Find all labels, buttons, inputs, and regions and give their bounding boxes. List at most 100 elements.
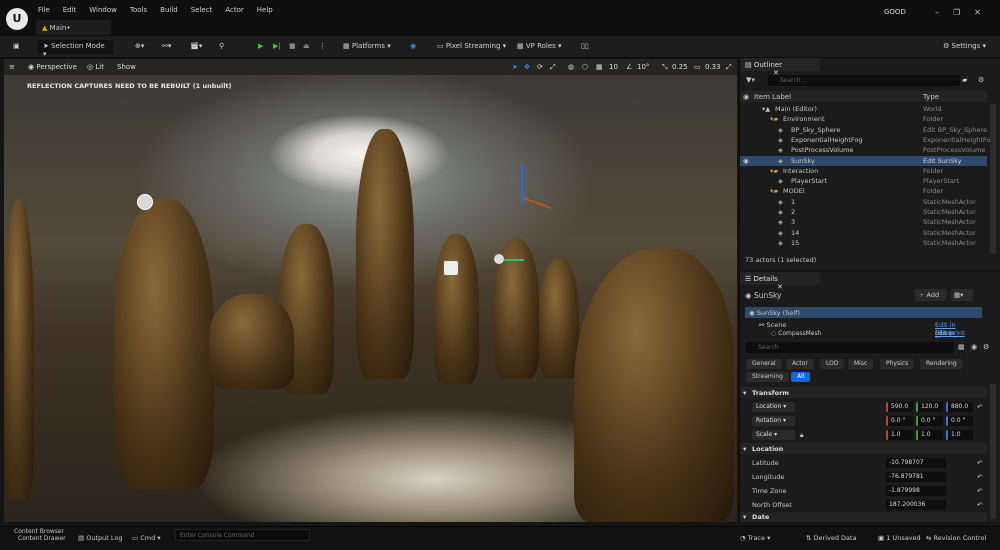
- outliner-row[interactable]: ▾▰ Environment Folder: [740, 114, 987, 124]
- eye-icon[interactable]: ◉: [971, 343, 977, 351]
- reset-arrow-icon[interactable]: ↶: [977, 459, 982, 467]
- scale-tool-icon[interactable]: ⤢: [550, 63, 556, 72]
- category-misc[interactable]: Misc: [848, 359, 874, 369]
- angle-snap-icon[interactable]: ∠: [626, 63, 632, 71]
- outliner-row[interactable]: ▾▰ Interaction Folder: [740, 166, 987, 176]
- outliner-row[interactable]: ◉ ◈ SunSky Edit SunSky: [740, 155, 987, 166]
- outliner-row[interactable]: ▾▲ Main (Editor) World: [740, 104, 987, 114]
- scale-value[interactable]: 0.25: [672, 63, 688, 71]
- longitude-field[interactable]: -76.879781: [886, 472, 946, 482]
- add-content-icon[interactable]: ⊕▾: [130, 40, 149, 54]
- outliner-row[interactable]: ◈ BP_Sky_Sphere Edit BP_Sky_Sphere: [740, 125, 987, 135]
- derived-data-button[interactable]: ⇅ Derived Data: [806, 534, 857, 542]
- outliner-row[interactable]: ▾▰ MODEl Folder: [740, 186, 987, 196]
- level-viewport[interactable]: [4, 59, 737, 522]
- outliner-row[interactable]: ◈ 1 StaticMeshActor: [740, 197, 987, 207]
- close-icon[interactable]: ✕: [974, 8, 981, 17]
- category-actor[interactable]: Actor: [786, 359, 814, 369]
- rotation-space-dropdown[interactable]: Rotation ▾: [752, 416, 795, 426]
- edit-blueprint-link-2[interactable]: Edit in Blueprint: [935, 330, 982, 338]
- platforms-dropdown[interactable]: ▦ Platforms ▾: [338, 40, 396, 54]
- menu-file[interactable]: File: [38, 6, 50, 14]
- camera-speed-value[interactable]: 0.33: [705, 63, 721, 71]
- level-tab[interactable]: ▲ Main•: [36, 20, 111, 35]
- console-input[interactable]: Enter Console Command: [175, 529, 310, 541]
- menu-tools[interactable]: Tools: [130, 6, 147, 14]
- pixel-streaming-dropdown[interactable]: ▭ Pixel Streaming ▾: [432, 40, 511, 54]
- cmd-dropdown[interactable]: ▭ Cmd ▾: [132, 534, 161, 542]
- sunsky-actor-icon[interactable]: [444, 261, 458, 275]
- rotation-x-field[interactable]: 0.0 °: [886, 416, 913, 426]
- details-settings-icon[interactable]: ⚙: [983, 343, 989, 351]
- trace-button[interactable]: ◔ Trace ▾: [740, 534, 770, 542]
- self-component-row[interactable]: ◉ SunSky (Self): [745, 307, 982, 318]
- content-drawer-button[interactable]: Content Browser Content Drawer: [4, 528, 66, 542]
- location-z-field[interactable]: 880.0: [946, 402, 973, 412]
- add-component-button[interactable]: + Add: [915, 289, 947, 301]
- menu-help[interactable]: Help: [257, 6, 273, 14]
- play-icon[interactable]: ▶: [253, 40, 268, 54]
- folder-add-icon[interactable]: ▰: [962, 76, 967, 84]
- globe-icon[interactable]: ◉: [405, 40, 421, 54]
- close-icon[interactable]: ✕: [777, 283, 783, 291]
- location-x-field[interactable]: 590.0: [886, 402, 913, 412]
- blueprint-options-button[interactable]: ▦▾: [951, 289, 973, 301]
- visibility-eye-icon[interactable]: ◉: [743, 157, 749, 165]
- maximize-viewport-icon[interactable]: ⤢: [726, 63, 732, 72]
- menu-actor[interactable]: Actor: [225, 6, 243, 14]
- grid-snap-icon[interactable]: ▦: [596, 63, 603, 71]
- scale-x-field[interactable]: 1.0: [886, 430, 913, 440]
- reflection-capture-icon[interactable]: [137, 194, 153, 210]
- selection-mode-dropdown[interactable]: ➤ Selection Mode ▾: [38, 40, 113, 58]
- revision-control-button[interactable]: ⇆ Revision Control: [926, 534, 986, 542]
- rotate-tool-icon[interactable]: ⟳: [537, 63, 543, 71]
- visibility-header-icon[interactable]: ◉: [743, 93, 749, 101]
- eject-icon[interactable]: ⏏: [298, 40, 315, 54]
- menu-window[interactable]: Window: [89, 6, 117, 14]
- category-rendering[interactable]: Rendering: [920, 359, 963, 369]
- item-label-header[interactable]: Item Label: [754, 93, 791, 101]
- outliner-scrollbar[interactable]: [990, 104, 996, 254]
- north-offset-field[interactable]: 187.200036: [886, 500, 946, 510]
- hamburger-icon[interactable]: ≡: [9, 63, 15, 71]
- compass-component-row[interactable]: ◌ CompassMesh Edit in Blueprint: [745, 330, 982, 338]
- light-actor-icon[interactable]: [494, 254, 504, 264]
- category-all[interactable]: All: [791, 372, 811, 382]
- details-tab[interactable]: ☰ Details ✕: [740, 272, 820, 291]
- maximize-icon[interactable]: ❐: [953, 8, 960, 17]
- scale-snap-icon[interactable]: ⤡: [662, 63, 668, 72]
- type-header[interactable]: Type: [923, 93, 939, 101]
- outliner-row[interactable]: ◈ PlayerStart PlayerStart: [740, 176, 987, 186]
- vp-roles-dropdown[interactable]: ▦ VP Roles ▾: [512, 40, 567, 54]
- location-y-field[interactable]: 120.0: [916, 402, 943, 412]
- surface-snap-icon[interactable]: ⬡: [582, 63, 588, 71]
- details-search-input[interactable]: Search: [746, 342, 954, 353]
- outliner-row[interactable]: ◈ 2 StaticMeshActor: [740, 207, 987, 217]
- perspective-button[interactable]: ◉ Perspective: [28, 63, 77, 71]
- transform-section[interactable]: ▾ Transform: [740, 387, 987, 398]
- reset-arrow-icon[interactable]: ↶: [977, 473, 982, 481]
- menu-select[interactable]: Select: [191, 6, 213, 14]
- filter-icon[interactable]: ▼▾: [746, 76, 755, 84]
- outliner-row[interactable]: ◈ 14 StaticMeshActor: [740, 228, 987, 238]
- outliner-search-input[interactable]: Search...: [768, 75, 960, 86]
- vp-icon[interactable]: ▯▯: [576, 40, 594, 54]
- select-tool-icon[interactable]: ➤: [512, 63, 518, 71]
- outliner-row[interactable]: ◈ 3 StaticMeshActor: [740, 217, 987, 227]
- menu-edit[interactable]: Edit: [63, 6, 77, 14]
- timezone-field[interactable]: -1.879998: [886, 486, 946, 496]
- menu-build[interactable]: Build: [160, 6, 178, 14]
- outliner-row[interactable]: ◈ 15 StaticMeshActor: [740, 238, 987, 248]
- category-physics[interactable]: Physics: [880, 359, 915, 369]
- lock-icon[interactable]: 🔒︎: [800, 431, 803, 440]
- location-section[interactable]: ▾ Location: [740, 443, 987, 454]
- play-options-icon[interactable]: ⋮: [314, 40, 331, 54]
- rotation-z-field[interactable]: 0.0 °: [946, 416, 973, 426]
- scale-z-field[interactable]: 1.0: [946, 430, 973, 440]
- show-button[interactable]: Show: [117, 63, 136, 71]
- reset-arrow-icon[interactable]: ↶: [977, 501, 982, 509]
- details-scrollbar[interactable]: [990, 384, 996, 519]
- blueprint-icon[interactable]: ⚯▾: [157, 40, 176, 54]
- minimize-icon[interactable]: –: [935, 8, 939, 17]
- outliner-row[interactable]: ◈ PostProcessVolume PostProcessVolume: [740, 145, 987, 155]
